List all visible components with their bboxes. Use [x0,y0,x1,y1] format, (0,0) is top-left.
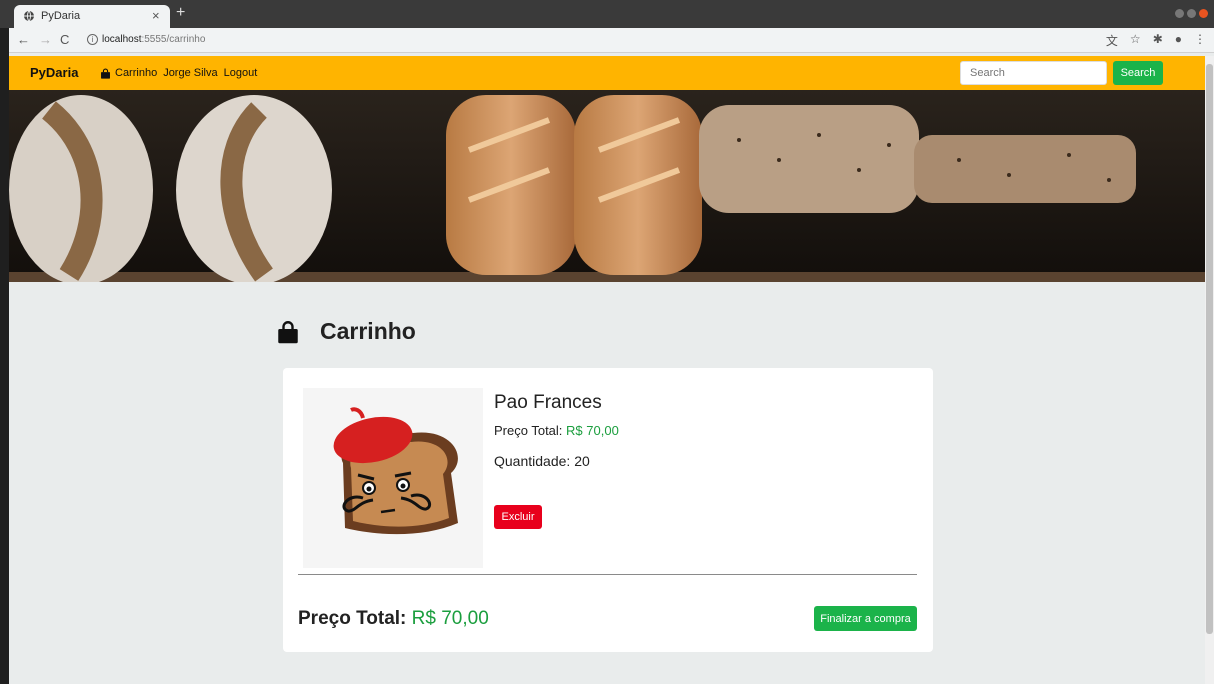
window-edge [0,0,9,684]
product-price-value: R$ 70,00 [566,423,619,438]
close-window-button[interactable] [1199,9,1208,18]
url-field[interactable]: localhost:5555/carrinho [102,34,205,45]
site-navbar: PyDaria Carrinho Jorge Silva Logout Sear… [9,56,1205,90]
menu-dots-icon[interactable]: ⋮ [1194,32,1206,49]
new-tab-button[interactable]: + [176,4,185,22]
tab-close-icon[interactable]: × [152,8,160,23]
page-heading: Carrinho [276,318,416,345]
divider [298,574,917,575]
page-title: Carrinho [320,318,416,344]
profile-icon[interactable]: ● [1175,32,1182,49]
nav-logout-link[interactable]: Logout [224,67,258,79]
scrollbar-thumb[interactable] [1206,64,1213,634]
product-name: Pao Frances [494,392,602,413]
shopping-bag-icon [278,320,298,343]
back-arrow-icon[interactable]: ← [17,32,30,47]
cart-total-label: Preço Total: [298,608,407,629]
bread-photo-illustration [9,90,1205,282]
search-input[interactable] [960,61,1107,85]
product-quantity-label: Quantidade: [494,453,571,469]
product-quantity-value: 20 [574,453,590,469]
search-button[interactable]: Search [1113,61,1163,85]
browser-tab[interactable]: PyDaria × [14,5,170,28]
nav-cart-link[interactable]: Carrinho [100,67,157,79]
browser-tabbar: PyDaria × + [0,0,1214,28]
nav-cart-label: Carrinho [115,67,158,79]
french-bread-mascot-icon [333,407,458,535]
brand-logo[interactable]: PyDaria [30,65,78,80]
product-image [303,388,483,568]
globe-icon [24,10,34,22]
cart-card: Pao Frances Preço Total: R$ 70,00 Quanti… [283,368,933,652]
delete-item-button[interactable]: Excluir [494,505,542,529]
window-controls [1175,9,1208,18]
maximize-button[interactable] [1187,9,1196,18]
product-quantity: Quantidade: 20 [494,453,590,469]
tab-title: PyDaria [41,10,81,22]
extensions-puzzle-icon[interactable]: ✱ [1153,32,1163,49]
forward-arrow-icon[interactable]: → [39,32,52,47]
product-price: Preço Total: R$ 70,00 [494,423,619,438]
address-bar: ← → C i localhost:5555/carrinho 文 ☆ ✱ ● … [9,28,1214,53]
nav-user-link[interactable]: Jorge Silva [163,67,217,79]
checkout-button[interactable]: Finalizar a compra [814,606,917,631]
minimize-button[interactable] [1175,9,1184,18]
product-price-label: Preço Total: [494,423,563,438]
reload-icon[interactable]: C [60,32,69,47]
translate-icon[interactable]: 文 [1106,32,1118,49]
info-icon[interactable]: i [87,34,98,45]
hero-banner-bread-image [9,90,1205,282]
cart-total: Preço Total: R$ 70,00 [298,608,489,630]
cart-total-value: R$ 70,00 [411,608,489,629]
bookmark-star-icon[interactable]: ☆ [1130,32,1141,49]
shopping-bag-icon [101,67,110,79]
